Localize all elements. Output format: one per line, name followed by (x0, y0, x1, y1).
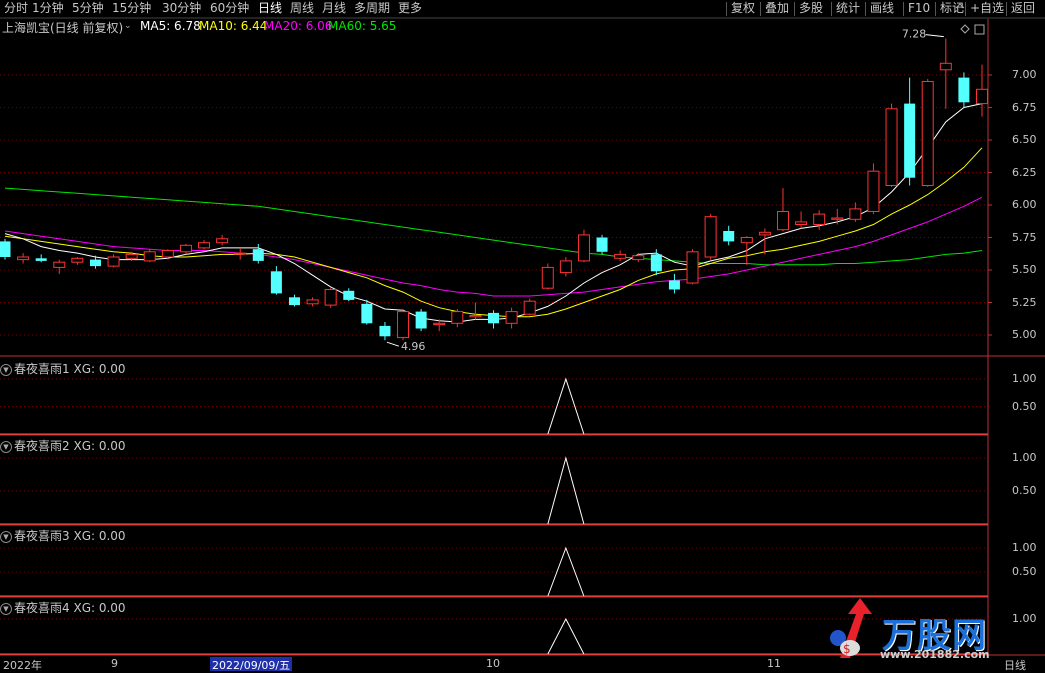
candle-body (415, 311, 427, 329)
kline-chart-canvas[interactable]: 7.28 4.96 (0, 0, 1045, 672)
candle-body (324, 289, 337, 306)
candle-body (397, 311, 410, 339)
diamond-icon (960, 24, 970, 34)
candle-body (614, 253, 627, 259)
price-tick-label: 7.00 (1012, 68, 1037, 81)
window-icon (974, 24, 985, 35)
price-tick-label: 5.75 (1012, 230, 1037, 244)
candle-body (53, 261, 66, 268)
candle-body (723, 231, 735, 242)
ma5-line (4, 103, 983, 323)
candle-body (234, 252, 247, 255)
price-tick-label: 5.00 (1012, 328, 1037, 341)
candle-body (488, 312, 499, 324)
candle-body (740, 237, 753, 244)
cursor-date-label: 2022/09/09/五 (210, 657, 293, 672)
candle-body (939, 62, 952, 71)
x-label-sep: 9 (111, 657, 118, 670)
signal-spike (547, 617, 585, 655)
ma10-line (4, 147, 983, 318)
candle-body (0, 241, 11, 257)
candle-body (89, 259, 101, 267)
candle-body (559, 260, 572, 274)
x-label-nov: 11 (767, 657, 781, 670)
x-label-oct: 10 (486, 657, 500, 670)
candle-body (270, 271, 282, 294)
candle-body (125, 253, 138, 259)
candle-body (596, 237, 608, 252)
candle-body (795, 221, 808, 225)
candle-body (252, 249, 264, 261)
high-marker-line (925, 34, 944, 38)
brand-url: www.201882.com (880, 648, 990, 661)
candle-body (632, 255, 645, 261)
candle-body (958, 77, 970, 103)
candle-body (343, 290, 355, 300)
price-tick-label: 5.25 (1012, 295, 1037, 309)
high-price-label: 7.28 (902, 28, 927, 41)
signal-spike (547, 456, 585, 525)
price-tick-label: 6.00 (1012, 198, 1037, 211)
candle-body (904, 103, 916, 178)
indicator-tick-label: 1.00 (1012, 372, 1037, 385)
candle-body (379, 325, 391, 337)
indicator-tick-label: 0.50 (1012, 484, 1037, 497)
candle-body (35, 258, 47, 261)
svg-text:$: $ (843, 642, 851, 656)
price-tick-label: 5.50 (1012, 263, 1037, 276)
indicator-tick-label: 1.00 (1012, 541, 1037, 554)
candle-body (686, 251, 699, 284)
candle-body (361, 303, 373, 324)
candle-body (469, 315, 482, 318)
signal-spike (547, 546, 585, 597)
candle-body (867, 170, 880, 212)
candle-body (831, 217, 844, 220)
candle-body (849, 208, 862, 220)
price-tick-label: 6.25 (1012, 165, 1037, 179)
candle-body (885, 108, 898, 186)
indicator-tick-label: 1.00 (1012, 451, 1037, 464)
signal-spike (547, 377, 585, 435)
candle-body (107, 256, 120, 267)
indicator-tick-label: 0.50 (1012, 399, 1037, 413)
candle-body (577, 234, 590, 262)
candle-body (668, 280, 680, 290)
candle-body (776, 211, 789, 231)
candle-body (704, 216, 717, 258)
candle-body (813, 213, 826, 226)
candle-body (288, 297, 300, 306)
low-price-label: 4.96 (401, 340, 426, 353)
candle-body (179, 244, 192, 253)
candle-body (451, 311, 464, 324)
candle-body (433, 322, 446, 326)
candle-body (17, 256, 30, 261)
candle-body (143, 251, 156, 262)
candle-body (758, 231, 771, 236)
brand-watermark: $ 万股网 www.201882.com (826, 596, 1026, 666)
candle-body (216, 238, 229, 244)
candle-body (161, 250, 174, 258)
candle-body (505, 311, 518, 324)
candle-body (198, 242, 211, 249)
candle-body (71, 257, 84, 263)
candle-body (650, 254, 662, 272)
price-tick-label: 6.50 (1012, 133, 1037, 146)
candle-body (976, 88, 988, 105)
ma20-line (4, 196, 983, 297)
price-tick-label: 6.75 (1012, 100, 1037, 114)
indicator-tick-label: 0.50 (1012, 565, 1037, 578)
candle-body (523, 300, 536, 315)
candle-body (921, 81, 934, 186)
bull-logo-icon: $ (826, 596, 882, 662)
chevron-up-icon (955, 3, 965, 9)
low-marker-line (386, 341, 400, 347)
candle-body (541, 266, 554, 289)
candle-body (306, 299, 319, 305)
x-label-year: 2022年 (3, 659, 42, 672)
